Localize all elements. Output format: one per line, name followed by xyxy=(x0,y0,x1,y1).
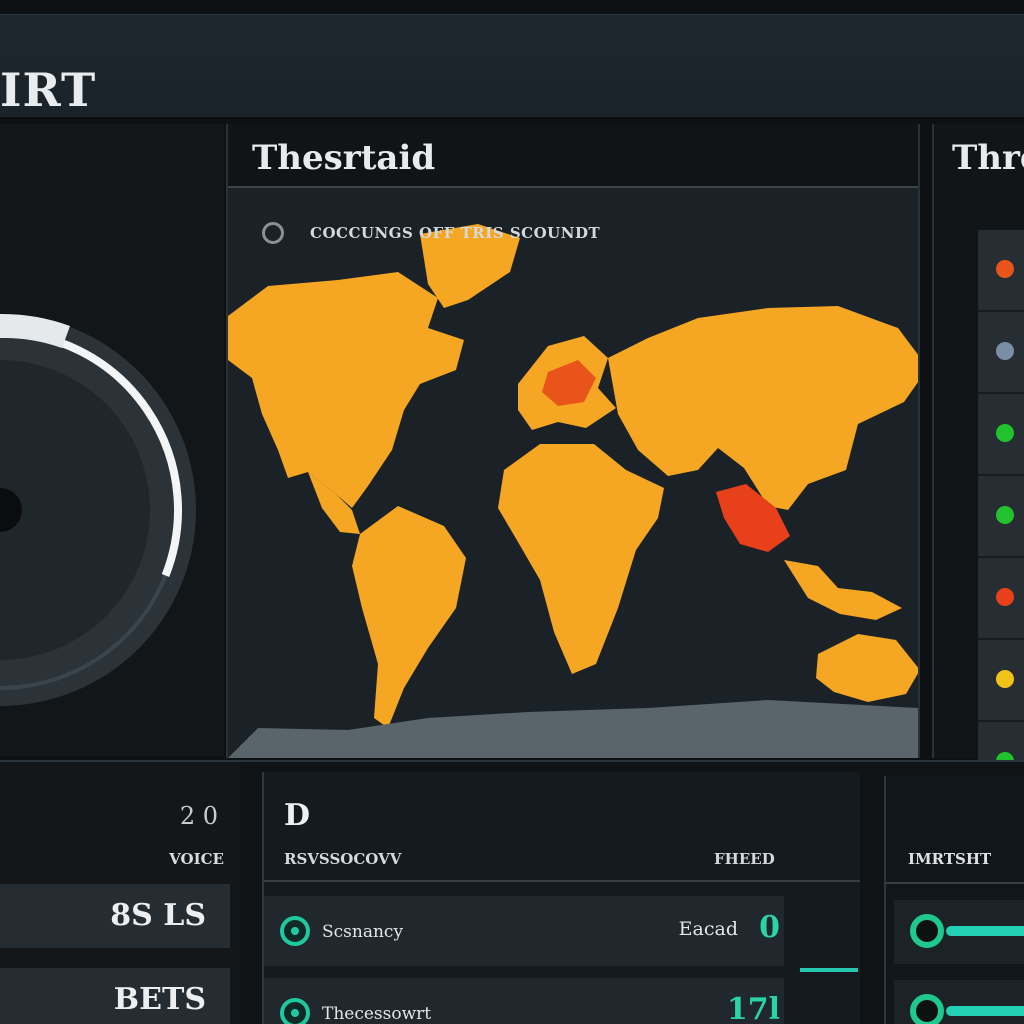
status-row[interactable] xyxy=(978,312,1024,394)
status-row[interactable] xyxy=(978,476,1024,558)
world-map[interactable] xyxy=(178,188,928,758)
status-dot-icon xyxy=(996,342,1014,360)
alert-panel-header: IMRTSHT xyxy=(908,850,992,868)
status-ok-icon xyxy=(280,998,310,1024)
row-name: Thecessowrt xyxy=(322,1004,432,1024)
stat-box-value: BETS xyxy=(113,982,206,1017)
row-value: 17l xyxy=(726,992,780,1024)
threat-map-panel: Thesrtaid COCCUNGS OFF TRIS SCOUNDT xyxy=(178,124,928,758)
column-header-left: RSVSSOCOVV xyxy=(284,850,402,868)
stat-label: VOICE xyxy=(169,850,224,868)
status-row[interactable] xyxy=(978,230,1024,312)
gauge-dial xyxy=(0,313,196,736)
header-bar: IRT xyxy=(0,14,1024,119)
continent-north-america xyxy=(178,272,464,508)
world-map-graphic xyxy=(178,224,928,758)
dashboard-screen: IRT Thesrtaid COCCUNGS OFF TRIS SCOUNDT … xyxy=(0,0,1024,1024)
header-divider xyxy=(264,880,860,882)
map-panel-header: Thesrtaid xyxy=(228,124,918,188)
continent-antarctica xyxy=(228,700,918,758)
row-status: Eacad xyxy=(678,918,738,940)
status-row[interactable] xyxy=(978,558,1024,640)
map-filter[interactable]: COCCUNGS OFF TRIS SCOUNDT xyxy=(262,222,600,244)
alert-panel: IMRTSHT xyxy=(884,776,1024,1024)
status-dot-icon xyxy=(996,260,1014,278)
status-ok-icon xyxy=(280,916,310,946)
scroll-indicator[interactable] xyxy=(800,968,858,972)
stat-box-value: 8S LS xyxy=(110,898,206,933)
table-row[interactable]: Thecessowrt 17l xyxy=(264,978,784,1024)
toggle-knob[interactable] xyxy=(910,994,944,1024)
continent-asia xyxy=(608,306,928,510)
status-dot-icon xyxy=(996,424,1014,442)
stats-panel: 2 0 VOICE 8S LS BETS xyxy=(0,762,240,1024)
dial-panel xyxy=(0,124,224,756)
alert-divider xyxy=(886,882,1024,884)
continent-africa xyxy=(498,444,664,674)
stat-box[interactable]: 8S LS xyxy=(0,884,230,948)
toggle-track[interactable] xyxy=(946,1006,1024,1016)
stat-box[interactable]: BETS xyxy=(0,968,230,1024)
alert-toggle-row[interactable] xyxy=(894,980,1024,1024)
filter-label: COCCUNGS OFF TRIS SCOUNDT xyxy=(310,224,601,242)
filter-radio[interactable] xyxy=(262,222,284,244)
status-dot-icon xyxy=(996,670,1014,688)
row-value: 0 xyxy=(759,910,780,945)
status-row[interactable] xyxy=(978,394,1024,476)
status-panel-title: Thres xyxy=(952,138,1024,178)
toggle-knob[interactable] xyxy=(910,914,944,948)
status-row[interactable] xyxy=(978,640,1024,722)
status-dot-icon xyxy=(996,588,1014,606)
detail-panel: D RSVSSOCOVV FHEED Scsnancy Eacad 0 Thec… xyxy=(262,772,860,1024)
row-name: Scsnancy xyxy=(322,922,404,942)
bottom-section: 2 0 VOICE 8S LS BETS D RSVSSOCOVV FHEED … xyxy=(0,760,1024,1024)
islands-southeast-asia xyxy=(784,560,902,620)
continent-australia xyxy=(816,634,920,702)
threat-status-panel: Thres xyxy=(932,124,1024,804)
alert-toggle-row[interactable] xyxy=(894,900,1024,964)
map-panel-title: Thesrtaid xyxy=(252,138,436,178)
status-dot-icon xyxy=(996,506,1014,524)
app-title: IRT xyxy=(0,63,97,117)
toggle-track[interactable] xyxy=(946,926,1024,936)
column-header-right: FHEED xyxy=(714,850,775,868)
detail-title: D xyxy=(284,798,311,833)
stat-number: 2 0 xyxy=(179,802,218,830)
continent-south-america xyxy=(352,506,466,728)
table-row[interactable]: Scsnancy Eacad 0 xyxy=(264,896,784,966)
dial-tick xyxy=(145,718,167,736)
